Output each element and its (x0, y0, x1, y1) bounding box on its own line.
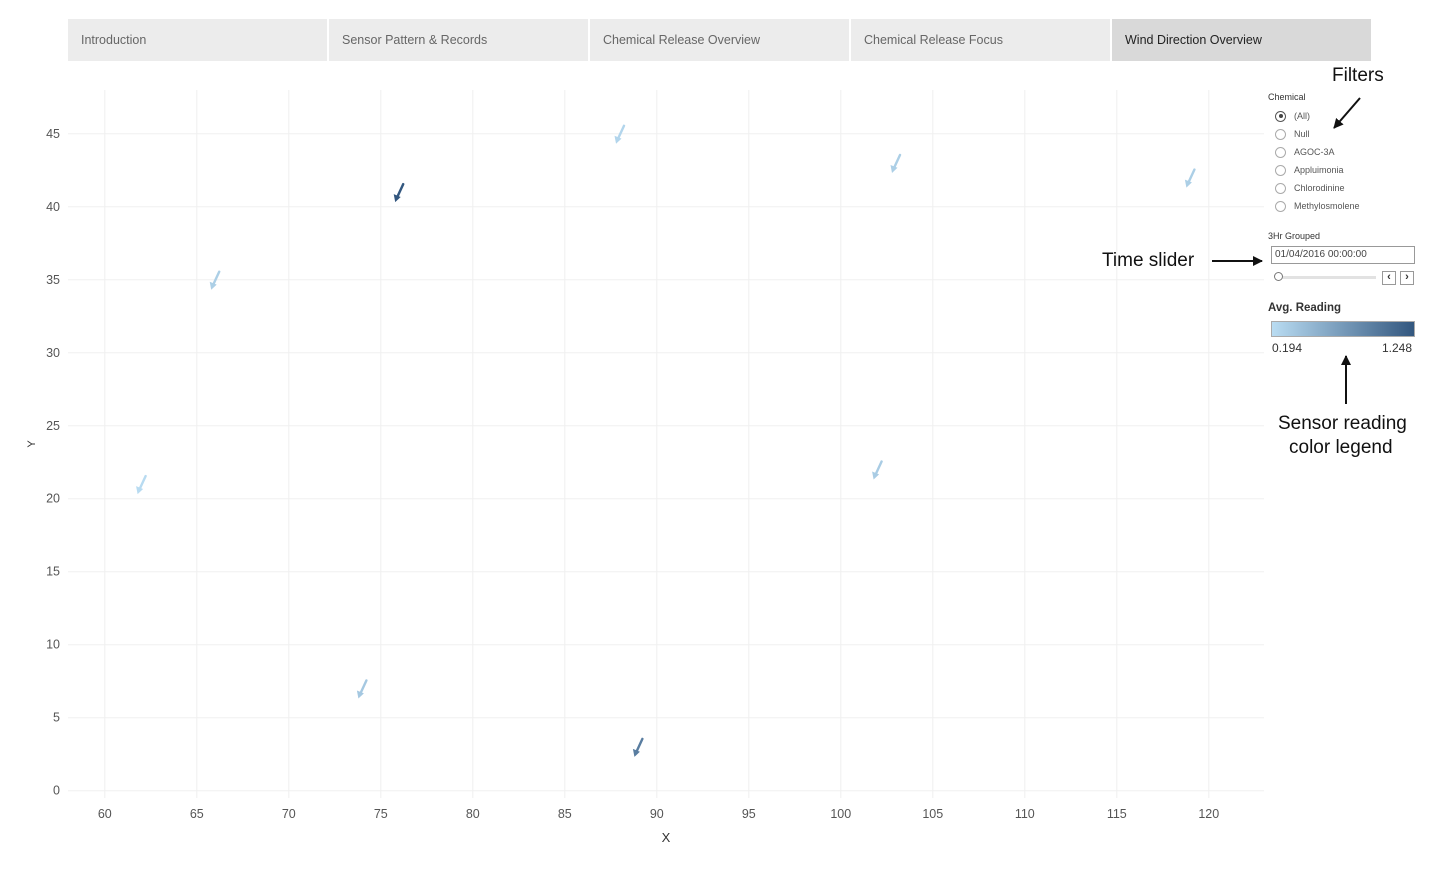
wind-arrow-shaft (138, 474, 147, 491)
filter-option[interactable]: (All) (1268, 107, 1428, 125)
wind-arrow-shaft (396, 182, 405, 199)
filter-option[interactable]: AGOC-3A (1268, 143, 1428, 161)
tab-chemical-release-focus[interactable]: Chemical Release Focus (851, 19, 1110, 61)
filter-option-label: (All) (1294, 111, 1310, 121)
time-slider-handle[interactable] (1274, 272, 1283, 281)
wind-arrow-shaft (616, 124, 626, 140)
x-tick-label: 80 (466, 807, 480, 821)
y-axis-label: Y (26, 440, 38, 448)
y-tick-label: 10 (46, 638, 60, 652)
legend-annotation-line1: Sensor reading (1278, 413, 1407, 434)
wind-arrow (614, 124, 626, 144)
x-tick-label: 115 (1107, 807, 1127, 821)
x-tick-label: 60 (98, 807, 112, 821)
radio-button[interactable] (1275, 164, 1286, 176)
y-tick-label: 35 (46, 273, 60, 287)
wind-arrow-shaft (635, 737, 644, 754)
x-tick-label: 105 (922, 807, 943, 821)
wind-arrow (890, 153, 902, 173)
x-tick-label: 95 (742, 807, 756, 821)
radio-button[interactable] (1275, 146, 1286, 158)
dashboard-tabs: Introduction Sensor Pattern & Records Ch… (68, 19, 1371, 61)
chevron-right-icon: › (1405, 271, 1409, 283)
y-tick-label: 20 (46, 492, 60, 506)
legend-annotation-line2: color legend (1289, 437, 1393, 458)
wind-arrow-shaft (1187, 168, 1196, 184)
x-tick-label: 75 (374, 807, 388, 821)
wind-arrow-shaft (874, 460, 883, 476)
filter-option-label: Methylosmolene (1294, 201, 1360, 211)
x-tick-label: 110 (1015, 807, 1035, 821)
filter-option-label: Null (1294, 129, 1310, 139)
radio-button[interactable] (1275, 182, 1286, 194)
filter-option-label: AGOC-3A (1294, 147, 1335, 157)
legend-min-label: 0.194 (1272, 341, 1303, 355)
filter-option-label: Appluimonia (1294, 165, 1344, 175)
filter-title: Chemical (1268, 92, 1306, 102)
time-slider-value[interactable]: 01/04/2016 00:00:00 (1271, 246, 1415, 264)
filters-annotation: Filters (1332, 65, 1384, 86)
y-tick-label: 5 (53, 711, 60, 725)
radio-button[interactable] (1275, 110, 1286, 122)
wind-arrow (209, 270, 221, 290)
x-tick-label: 100 (830, 807, 851, 821)
wind-direction-chart: 60 65 70 75 80 85 90 95 100 105 110 115 120 0 5 10 15 20 2… (26, 90, 1264, 845)
filter-option[interactable]: Chlorodinine (1268, 179, 1428, 197)
wind-arrow (632, 737, 644, 757)
wind-arrow (872, 460, 883, 480)
x-tick-label: 120 (1198, 807, 1219, 821)
legend-max-label: 1.248 (1382, 341, 1413, 355)
wind-arrow (356, 679, 368, 699)
y-tick-label: 15 (46, 565, 60, 579)
filter-option[interactable]: Null (1268, 125, 1428, 143)
time-slider-annotation: Time slider (1102, 250, 1195, 271)
y-tick-label: 40 (46, 200, 60, 214)
time-next-button[interactable]: › (1400, 271, 1414, 285)
legend-title: Avg. Reading (1268, 302, 1342, 314)
x-axis-label: X (662, 830, 671, 845)
x-tick-label: 65 (190, 807, 204, 821)
tab-chemical-release-overview[interactable]: Chemical Release Overview (590, 19, 849, 61)
filter-option[interactable]: Methylosmolene (1268, 197, 1428, 215)
y-tick-label: 30 (46, 346, 60, 360)
legend-color-bar (1271, 321, 1415, 337)
tab-introduction[interactable]: Introduction (68, 19, 327, 61)
y-tick-label: 0 (53, 784, 60, 798)
wind-arrow (393, 182, 405, 203)
y-tick-label: 25 (46, 419, 60, 433)
wind-arrow-shaft (211, 270, 221, 286)
radio-button[interactable] (1275, 200, 1286, 212)
wind-arrow-shaft (892, 153, 902, 170)
y-tick-label: 45 (46, 127, 60, 141)
filter-option-label: Chlorodinine (1294, 183, 1345, 193)
filter-option[interactable]: Appluimonia (1268, 161, 1428, 179)
tab-sensor-pattern-records[interactable]: Sensor Pattern & Records (329, 19, 588, 61)
chemical-filter: Chemical (All) Null AGOC-3A Appluimonia Chlo… (1268, 92, 1428, 215)
time-slider-title: 3Hr Grouped (1268, 231, 1321, 241)
filter-options: (All) Null AGOC-3A Appluimonia Chlorodinine M… (1268, 107, 1428, 215)
x-tick-label: 85 (558, 807, 572, 821)
tab-wind-direction-overview[interactable]: Wind Direction Overview (1112, 19, 1371, 61)
wind-arrow (1184, 168, 1196, 188)
x-tick-label: 90 (650, 807, 664, 821)
time-prev-button[interactable]: ‹ (1382, 271, 1396, 285)
time-slider-track[interactable] (1278, 276, 1376, 279)
radio-button[interactable] (1275, 128, 1286, 140)
x-tick-label: 70 (282, 807, 296, 821)
wind-arrow-shaft (359, 679, 368, 695)
wind-arrow (136, 474, 147, 495)
chevron-left-icon: ‹ (1387, 271, 1391, 283)
